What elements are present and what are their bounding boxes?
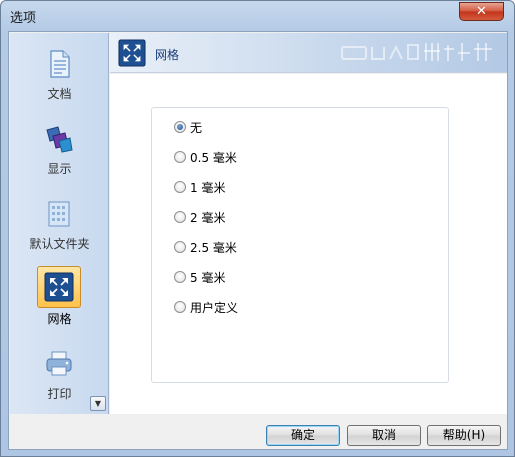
grid-icon [118,39,146,67]
radio-button[interactable] [174,241,186,253]
sidebar-scroll-down-button[interactable]: ▼ [90,396,106,411]
printer-icon [46,351,72,376]
options-dialog: 选项 ✕ 文档 显示 默认文件夹 网格 打印 ▼ 网格 无 0.5 毫米 1 毫… [0,0,515,457]
radio-label: 1 毫米 [190,180,226,195]
close-button[interactable]: ✕ [459,2,504,21]
page-title: 网格 [155,48,180,62]
dialog-client: 文档 显示 默认文件夹 网格 打印 ▼ 网格 无 0.5 毫米 1 毫米 2 毫… [8,31,508,450]
radio-option-1mm[interactable]: 1 毫米 [174,179,225,195]
ok-button[interactable]: 确定 [266,425,340,446]
window-title: 选项 [10,11,37,26]
sidebar-item-label: 默认文件夹 [29,237,90,251]
radio-button[interactable] [174,301,186,313]
radio-button[interactable] [174,121,186,133]
radio-option-0-5mm[interactable]: 0.5 毫米 [174,149,237,165]
radio-option-2-5mm[interactable]: 2.5 毫米 [174,239,237,255]
grid-options-group: 无 0.5 毫米 1 毫米 2 毫米 2.5 毫米 5 毫米 用户定义 [151,107,449,383]
title-bar[interactable]: 选项 ✕ [1,1,514,30]
close-icon: ✕ [476,4,487,19]
radio-option-custom[interactable]: 用户定义 [174,299,238,315]
radio-label: 2.5 毫米 [190,240,237,255]
sidebar-item-document[interactable]: 文档 [10,41,109,109]
chevron-down-icon: ▼ [94,399,102,408]
radio-option-2mm[interactable]: 2 毫米 [174,209,225,225]
radio-label: 用户定义 [190,300,239,315]
radio-label: 0.5 毫米 [190,150,237,165]
radio-label: 2 毫米 [190,210,226,225]
radio-label: 5 毫米 [190,270,226,285]
sidebar-item-label: 网格 [47,312,72,326]
grid-icon [44,272,74,302]
document-icon [50,50,70,78]
page-header: 网格 [110,33,507,73]
sidebar-item-label: 文档 [47,87,72,101]
dialog-footer: 确定 取消 帮助(H) [110,414,507,449]
help-button[interactable]: 帮助(H) [427,425,501,446]
header-watermark-pattern [341,43,492,61]
sidebar-item-grid[interactable]: 网格 [10,266,109,334]
radio-button[interactable] [174,211,186,223]
sidebar-item-label: 显示 [47,162,72,176]
radio-button[interactable] [174,271,186,283]
radio-button[interactable] [174,181,186,193]
radio-label: 无 [190,120,203,135]
radio-option-none[interactable]: 无 [174,119,202,135]
folder-icon [48,201,70,227]
options-content: 无 0.5 毫米 1 毫米 2 毫米 2.5 毫米 5 毫米 用户定义 [110,74,507,414]
sidebar-item-display[interactable]: 显示 [10,116,109,184]
display-icon [46,126,73,153]
sidebar: 文档 显示 默认文件夹 网格 打印 ▼ [10,33,109,414]
sidebar-item-default-folder[interactable]: 默认文件夹 [10,191,109,259]
radio-option-5mm[interactable]: 5 毫米 [174,269,225,285]
radio-button[interactable] [174,151,186,163]
cancel-button[interactable]: 取消 [347,425,421,446]
